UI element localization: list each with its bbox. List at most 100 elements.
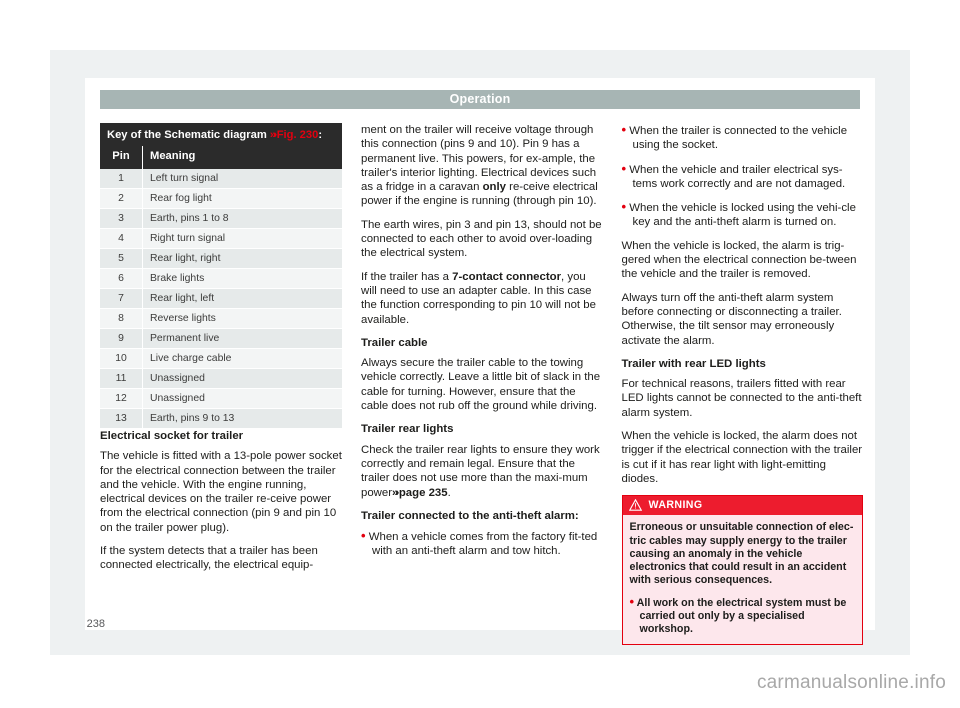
paragraph-led-1: For technical reasons, trailers fitted w… [621,378,862,419]
caption-arrow-icon: »› [269,129,277,141]
warning-list-item-text: All work on the electrical system must b… [636,596,847,636]
column-left: Key of the Schematic diagram »› Fig. 230:… [100,123,342,613]
cell-pin: 12 [100,388,143,409]
list-item-text: When the vehicle and trailer electrical … [629,163,846,190]
running-header: Operation [100,90,860,109]
paragraph-rear-lights: Check the trailer rear lights to ensure … [361,443,603,500]
bullet-dot-icon: • [361,528,366,544]
heading-electrical-socket: Electrical socket for trailer [100,430,244,442]
list-item: • When the vehicle and trailer electrica… [621,160,864,192]
bullet-dot-icon: • [621,122,627,137]
cell-meaning: Unassigned [142,388,342,409]
cell-meaning: Rear light, left [142,288,342,309]
table-row: 13 Earth, pins 9 to 13 [100,408,342,429]
text-run: If the trailer has a [361,270,453,283]
xref-arrow-icon: »› [392,486,399,499]
table-row: 1 Left turn signal [100,169,342,189]
cell-pin: 8 [100,308,143,329]
list-item: • When the trailer is connected to the v… [621,122,864,153]
list-item: • When a vehicle comes from the factory … [361,528,603,559]
cell-pin: 10 [100,348,143,369]
cell-pin: 13 [100,408,143,429]
warning-list-item: • All work on the electrical system must… [630,595,856,637]
bullet-dot-icon: • [621,199,627,215]
column-middle: ment on the trailer will receive voltage… [361,123,603,613]
table-row: 12 Unassigned [100,388,342,409]
cell-meaning: Right turn signal [142,228,342,249]
warning-content: Erroneous or unsuitable connection of el… [623,515,863,643]
cell-meaning: Rear light, right [142,248,342,269]
heading-trailer-rear-lights: Trailer rear lights [361,423,454,436]
table-caption-text: Key of the Schematic diagram [107,129,270,141]
paragraph-socket-2: If the system detects that a trailer has… [100,545,318,572]
paragraph-earth-wires: The earth wires, pin 3 and pin 13, shoul… [361,218,602,260]
column-right: • When the trailer is connected to the v… [621,122,864,645]
table-caption: Key of the Schematic diagram »› Fig. 230: [100,123,342,146]
table-row: 8 Reverse lights [100,308,342,329]
warning-paragraph: Erroneous or unsuitable connection of el… [629,521,854,587]
paragraph-socket-1: The vehicle is fitted with a 13-pole pow… [100,450,342,534]
heading-led-lights: Trailer with rear LED lights [621,357,766,370]
table-header-row: Pin Meaning [100,146,342,169]
heading-trailer-cable: Trailer cable [361,336,428,349]
cell-meaning: Earth, pins 9 to 13 [142,408,342,429]
cell-pin: 3 [100,208,143,229]
emphasis-connector: 7-contact connector [452,270,562,283]
paragraph-trailer-cable: Always secure the trailer cable to the t… [361,357,601,413]
table-row: 5 Rear light, right [100,248,342,269]
cell-meaning: Left turn signal [142,169,342,189]
table-col-meaning: Meaning [142,146,342,169]
table-row: 2 Rear fog light [100,188,342,209]
cell-meaning: Permanent live [142,328,342,349]
cell-meaning: Brake lights [142,268,342,289]
cell-meaning: Live charge cable [142,348,342,369]
page-number: 238 [86,618,105,630]
table-row: 7 Rear light, left [100,288,342,309]
cell-pin: 4 [100,228,143,249]
table-body: 1 Left turn signal 2 Rear fog light 3 Earth… [100,169,342,429]
cell-meaning: Rear fog light [142,188,342,209]
list-item-text: When the trailer is connected to the veh… [629,125,848,152]
list-item: • When the vehicle is locked using the v… [622,200,864,230]
table-col-pin: Pin [100,146,143,169]
schematic-key-table: Key of the Schematic diagram »› Fig. 230:… [100,123,342,429]
list-item-text: When the vehicle is locked using the veh… [629,202,856,229]
cell-pin: 11 [100,368,143,389]
warning-label: WARNING [648,499,703,512]
cell-meaning: Reverse lights [142,308,342,329]
page-title: Operation [449,92,511,106]
paragraph-led-2: When the vehicle is locked, the alarm do… [621,430,863,485]
table-row: 3 Earth, pins 1 to 8 [100,208,342,229]
warning-box: WARNING Erroneous or unsuitable connecti… [621,495,863,645]
cell-meaning: Earth, pins 1 to 8 [142,208,342,229]
heading-antitheft-alarm: Trailer connected to the anti-theft alar… [361,509,579,522]
cell-pin: 7 [100,288,143,309]
cell-pin: 1 [100,169,143,189]
paragraph-locked-alarm: When the vehicle is locked, the alarm is… [621,239,857,281]
table-row: 9 Permanent live [100,328,342,349]
xref-page-235[interactable]: page 235 [399,487,448,499]
text-run: . [447,486,451,499]
paragraph-voltage: ment on the trailer will receive voltage… [361,123,603,209]
page-frame: Operation 238 Key of the Schematic diagr… [50,50,910,655]
list-item-text: When a vehicle comes from the factory fi… [368,531,598,558]
content-columns: Key of the Schematic diagram »› Fig. 230:… [100,122,864,645]
table-row: 4 Right turn signal [100,228,342,249]
bullet-dot-icon: • [629,593,635,609]
paragraph-turn-off-alarm: Always turn off the anti-theft alarm sys… [621,291,842,347]
cell-pin: 6 [100,268,143,289]
watermark: carmanualsonline.info [756,672,946,693]
bullet-dot-icon: • [621,160,627,176]
paragraph-7-contact: If the trailer has a 7-contact connector… [361,270,603,327]
cell-pin: 5 [100,248,143,269]
table-row: 6 Brake lights [100,268,342,289]
warning-header: WARNING [622,496,862,516]
manual-page: Operation 238 Key of the Schematic diagr… [85,78,875,645]
table-row: 10 Live charge cable [100,348,342,369]
caption-figure-ref[interactable]: Fig. 230 [277,129,319,141]
emphasis-only: only [482,181,506,194]
cell-meaning: Unassigned [142,368,342,389]
cell-pin: 2 [100,188,143,209]
cell-pin: 9 [100,328,143,349]
warning-triangle-icon [628,499,642,511]
